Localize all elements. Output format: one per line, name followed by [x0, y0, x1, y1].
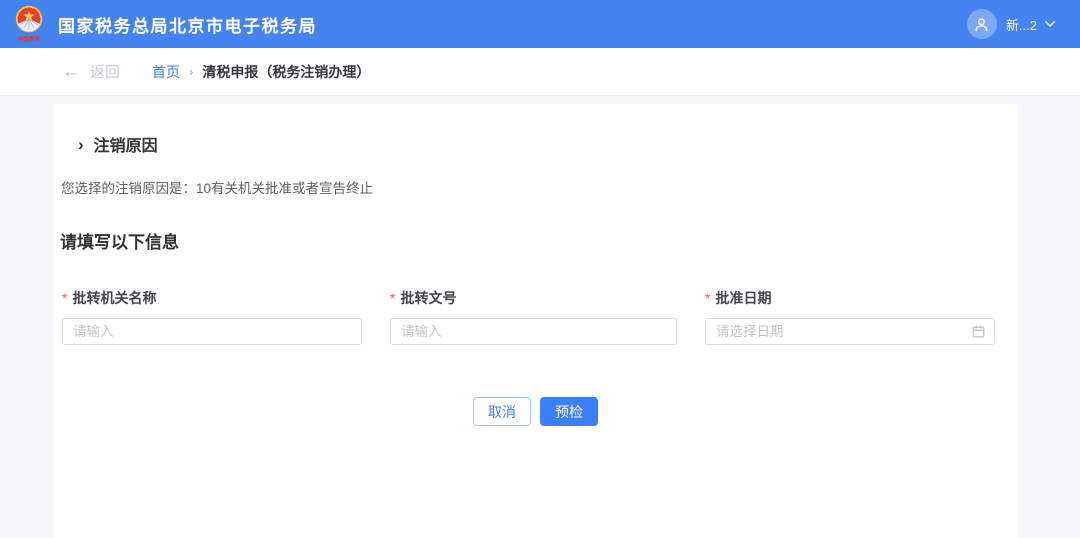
field-label: * 批转机关名称: [62, 288, 362, 308]
field-label: * 批准日期: [705, 288, 995, 308]
app-header: 中国税务 国家税务总局北京市电子税务局 新...2: [0, 0, 1080, 48]
chevron-right-icon[interactable]: ›: [78, 136, 84, 153]
breadcrumb-separator: ›: [189, 64, 193, 79]
chevron-down-icon[interactable]: [1044, 20, 1056, 28]
required-mark: *: [390, 290, 395, 306]
breadcrumb-home-link[interactable]: 首页: [152, 62, 180, 82]
field-label-text: 批转文号: [400, 290, 456, 306]
china-tax-emblem-icon: 中国税务: [10, 5, 48, 47]
app-title: 国家税务总局北京市电子税务局: [58, 12, 317, 37]
user-avatar[interactable]: [967, 9, 997, 39]
content-card: › 注销原因 您选择的注销原因是：10有关机关批准或者宣告终止 请填写以下信息 …: [53, 104, 1018, 538]
approval-document-number-input[interactable]: [390, 318, 677, 345]
form-fields-row: * 批转机关名称 * 批转文号 * 批准日期: [62, 288, 1018, 345]
approving-authority-input[interactable]: [62, 318, 362, 345]
field-label-text: 批转机关名称: [72, 290, 156, 306]
field-approval-document-number: * 批转文号: [390, 288, 677, 345]
svg-text:中国税务: 中国税务: [18, 35, 41, 43]
back-arrow-icon[interactable]: ←: [62, 62, 81, 81]
user-menu[interactable]: 新...2: [967, 9, 1056, 39]
field-approving-authority: * 批转机关名称: [62, 288, 362, 345]
approval-date-input[interactable]: [705, 318, 995, 345]
breadcrumb-bar: ← 返回 首页 › 清税申报（税务注销办理）: [0, 48, 1080, 96]
selected-reason-text: 您选择的注销原因是：10有关机关批准或者宣告终止: [61, 177, 1018, 197]
cancel-button[interactable]: 取消: [473, 397, 531, 426]
form-actions: 取消 预检: [53, 397, 1018, 426]
person-icon: [973, 16, 990, 33]
section-header-cancellation-reason[interactable]: › 注销原因: [53, 104, 1018, 156]
calendar-icon[interactable]: [971, 324, 986, 339]
user-name[interactable]: 新...2: [1006, 15, 1037, 34]
required-mark: *: [705, 290, 710, 306]
back-label[interactable]: 返回: [90, 61, 120, 82]
required-mark: *: [62, 290, 67, 306]
section-title: 注销原因: [94, 132, 158, 156]
field-label-text: 批准日期: [715, 290, 771, 306]
field-label: * 批转文号: [390, 288, 677, 308]
field-approval-date: * 批准日期: [705, 288, 995, 345]
form-heading: 请填写以下信息: [60, 228, 1018, 253]
breadcrumb-current-page: 清税申报（税务注销办理）: [202, 62, 370, 82]
precheck-button[interactable]: 预检: [540, 397, 598, 426]
back-button[interactable]: ← 返回: [62, 61, 120, 82]
